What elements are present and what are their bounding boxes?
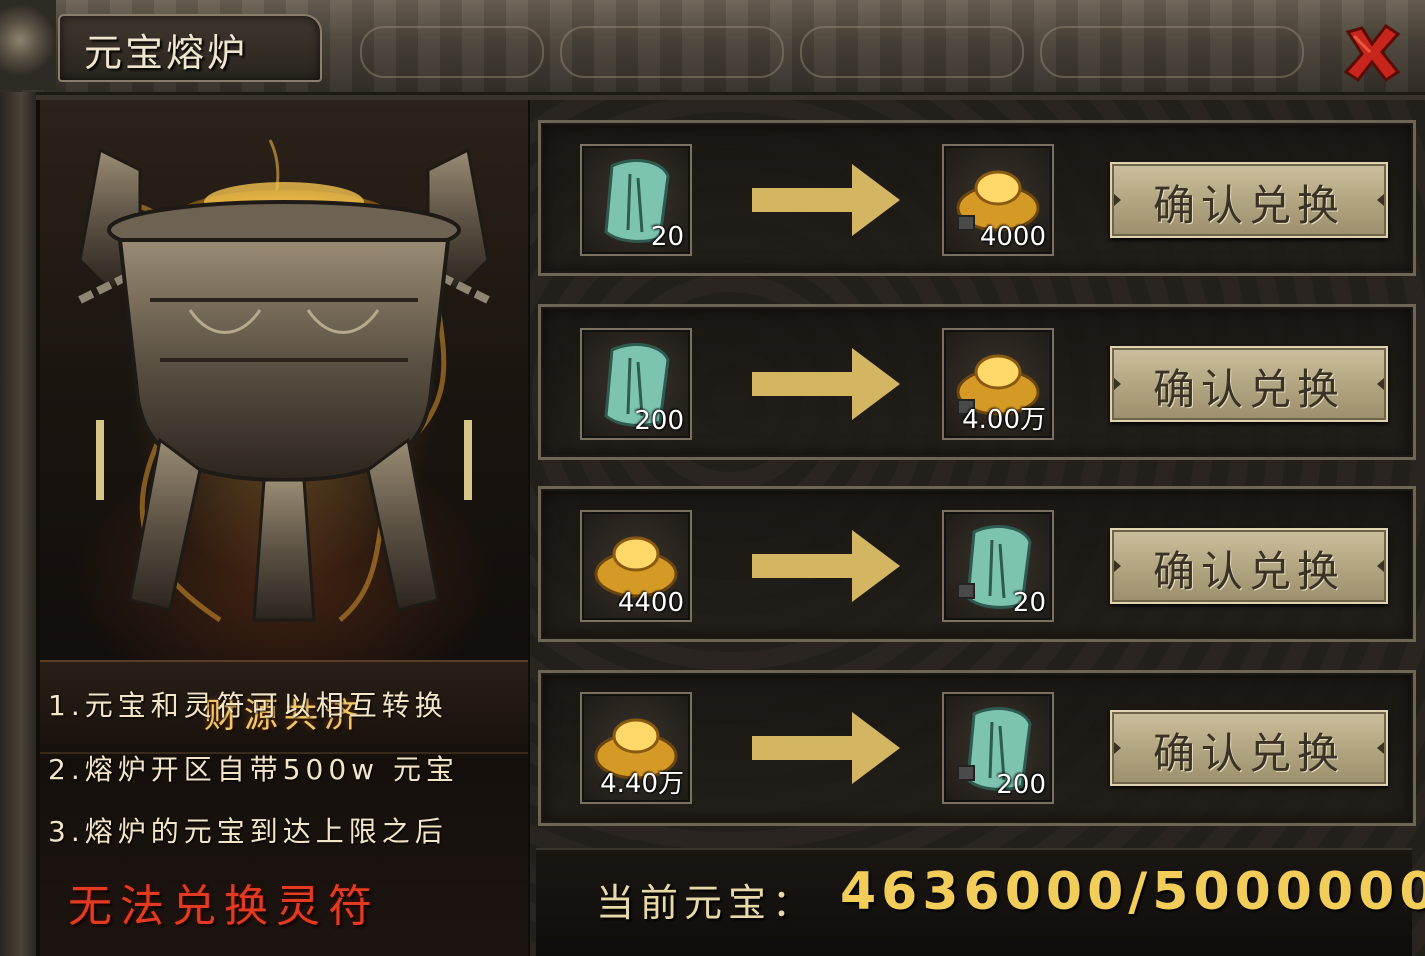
exchange-to-qty: 4.00万 bbox=[962, 405, 1046, 435]
corner-ornament bbox=[0, 0, 56, 90]
confirm-exchange-label: 确认兑换 bbox=[1152, 547, 1345, 596]
close-x-icon bbox=[1343, 23, 1401, 83]
exchange-to-qty: 20 bbox=[1012, 588, 1046, 618]
confirm-exchange-label: 确认兑换 bbox=[1152, 365, 1345, 414]
confirm-exchange-button[interactable]: 确认兑换 bbox=[1110, 710, 1388, 786]
exchange-from-qty: 4400 bbox=[617, 588, 684, 618]
arrow-right-icon bbox=[752, 712, 900, 784]
arrow-right-icon bbox=[752, 348, 900, 420]
frame-left bbox=[0, 92, 36, 956]
exchange-to-slot[interactable]: 20 bbox=[942, 510, 1054, 622]
current-ingot-value: 4636000/5000000 bbox=[840, 862, 1425, 922]
confirm-exchange-label: 确认兑换 bbox=[1152, 181, 1345, 230]
exchange-from-qty: 20 bbox=[650, 222, 684, 252]
confirm-exchange-button[interactable]: 确认兑换 bbox=[1110, 528, 1388, 604]
exchange-to-slot[interactable]: 200 bbox=[942, 692, 1054, 804]
furnace-window: 元宝熔炉 财源共济 1.元宝和灵符可以相互转换 2.熔炉开区自带500w 元宝 … bbox=[0, 0, 1425, 956]
title-bar: 元宝熔炉 bbox=[0, 0, 1425, 95]
exchange-from-slot[interactable]: 200 bbox=[580, 328, 692, 440]
scroll-ornament bbox=[560, 26, 784, 78]
rule-line-2: 2.熔炉开区自带500w 元宝 bbox=[48, 753, 459, 786]
scroll-ornament bbox=[360, 26, 544, 78]
current-ingot-label: 当前元宝： bbox=[596, 881, 817, 925]
exchange-from-qty: 4.40万 bbox=[600, 769, 684, 799]
exchange-to-qty: 200 bbox=[996, 770, 1046, 800]
confirm-exchange-button[interactable]: 确认兑换 bbox=[1110, 346, 1388, 422]
exchange-to-qty: 4000 bbox=[979, 222, 1046, 252]
scroll-ornament bbox=[800, 26, 1024, 78]
exchange-to-slot[interactable]: 4000 bbox=[942, 144, 1054, 256]
warning-text: 无法兑换灵符 bbox=[68, 881, 380, 932]
exchange-to-slot[interactable]: 4.00万 bbox=[942, 328, 1054, 440]
arrow-right-icon bbox=[752, 530, 900, 602]
exchange-from-slot[interactable]: 4400 bbox=[580, 510, 692, 622]
scroll-ornament bbox=[1040, 26, 1304, 78]
window-title: 元宝熔炉 bbox=[84, 31, 249, 75]
exchange-from-slot[interactable]: 4.40万 bbox=[580, 692, 692, 804]
cauldron-icon bbox=[78, 139, 490, 623]
rule-line-3: 3.熔炉的元宝到达上限之后 bbox=[48, 815, 448, 848]
confirm-exchange-button[interactable]: 确认兑换 bbox=[1110, 162, 1388, 238]
close-button[interactable] bbox=[1340, 22, 1404, 86]
exchange-from-qty: 200 bbox=[634, 406, 684, 436]
arrow-right-icon bbox=[752, 164, 900, 236]
exchange-from-slot[interactable]: 20 bbox=[580, 144, 692, 256]
rule-line-1: 1.元宝和灵符可以相互转换 bbox=[48, 689, 448, 722]
cauldron-artwork bbox=[40, 100, 528, 660]
confirm-exchange-label: 确认兑换 bbox=[1152, 729, 1345, 778]
